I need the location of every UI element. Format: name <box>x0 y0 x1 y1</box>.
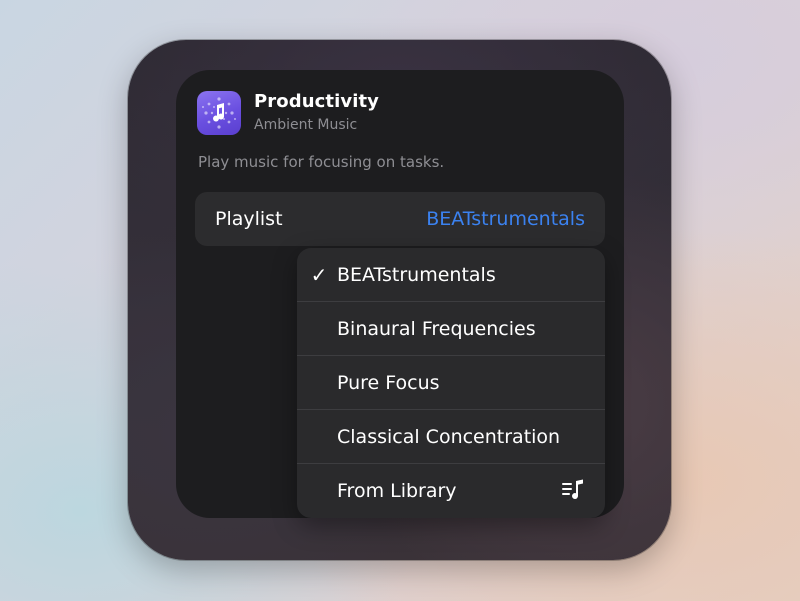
menu-item-classical-concentration[interactable]: Classical Concentration <box>297 410 605 464</box>
menu-item-label: Pure Focus <box>337 372 440 394</box>
checkmark-icon: ✓ <box>310 263 328 287</box>
music-library-icon <box>562 479 583 500</box>
app-title: Productivity <box>254 91 380 112</box>
playlist-dropdown-menu: ✓ BEATstrumentals Binaural Frequencies P… <box>297 248 605 518</box>
menu-item-label: From Library <box>337 480 457 502</box>
menu-item-beatstrumentals[interactable]: ✓ BEATstrumentals <box>297 248 605 302</box>
menu-item-label: Classical Concentration <box>337 426 561 448</box>
shortcut-description: Play music for focusing on tasks. <box>198 153 445 171</box>
music-note-icon <box>202 97 236 129</box>
app-subtitle: Ambient Music <box>254 117 358 133</box>
menu-item-label: Binaural Frequencies <box>337 318 536 340</box>
app-icon <box>197 91 241 135</box>
menu-item-pure-focus[interactable]: Pure Focus <box>297 356 605 410</box>
playlist-parameter-row[interactable]: Playlist BEATstrumentals <box>195 192 605 246</box>
menu-item-binaural-frequencies[interactable]: Binaural Frequencies <box>297 302 605 356</box>
playlist-label: Playlist <box>215 208 283 230</box>
playlist-value[interactable]: BEATstrumentals <box>426 208 585 230</box>
menu-item-label: BEATstrumentals <box>337 264 496 286</box>
menu-item-from-library[interactable]: From Library <box>297 464 605 518</box>
